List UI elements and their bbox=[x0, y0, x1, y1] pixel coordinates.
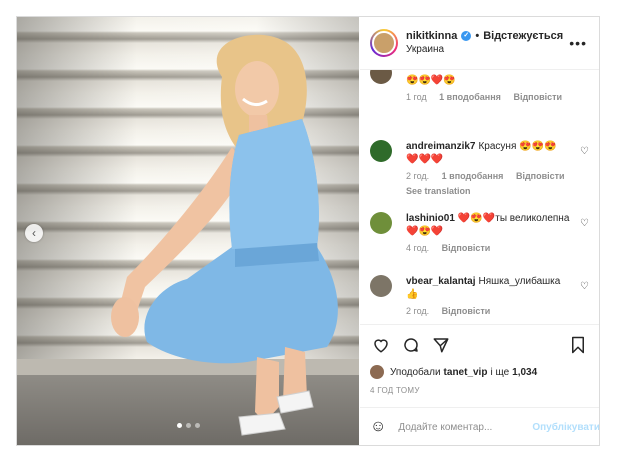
comment-reply-button[interactable]: Відповісти bbox=[442, 243, 491, 253]
commenter-username[interactable]: andreimanzik7 bbox=[406, 141, 475, 152]
comment-likes[interactable]: 1 вподобання bbox=[442, 171, 504, 181]
post-header: nikitkinna ✓ • Відстежується Украина ••• bbox=[360, 17, 599, 70]
like-comment-heart-icon[interactable]: ♡ bbox=[580, 281, 589, 292]
comment-item: lashinio01 ❤️😍❤️ты великолепна❤️😍❤️ 4 год… bbox=[370, 212, 589, 262]
author-username[interactable]: nikitkinna bbox=[406, 29, 457, 43]
author-avatar[interactable] bbox=[370, 29, 398, 57]
comment-input[interactable] bbox=[396, 420, 533, 434]
comment-text: 😍😍❤️😍 bbox=[406, 75, 456, 86]
comment-reply-button[interactable]: Відповісти bbox=[516, 171, 565, 181]
comment-icon[interactable] bbox=[400, 334, 422, 356]
comment-time: 2 год. bbox=[406, 171, 430, 181]
chevron-left-icon: ‹ bbox=[32, 226, 36, 240]
comment-likes[interactable]: 1 вподобання bbox=[439, 92, 501, 102]
likes-summary: Уподобали tanet_vip і ще 1,034 bbox=[370, 364, 589, 380]
comment-time: 4 год. bbox=[406, 243, 430, 253]
post-location[interactable]: Украина bbox=[406, 43, 563, 57]
bookmark-icon[interactable] bbox=[567, 334, 589, 356]
comment-time: 2 год. bbox=[406, 306, 430, 316]
comment-item: vbear_kalantaj Няшка_улибашка 👍 2 год. Ві… bbox=[370, 275, 589, 324]
add-comment-bar: ☺ Опублікувати bbox=[360, 407, 599, 445]
likes-prefix: Уподобали bbox=[390, 366, 441, 378]
instagram-post: ‹ nikitkinna ✓ • Відстежується Украина •… bbox=[16, 16, 600, 446]
like-comment-heart-icon[interactable]: ♡ bbox=[580, 218, 589, 229]
post-timestamp[interactable]: 4 ГОД ТОМУ bbox=[370, 386, 420, 395]
commenter-avatar[interactable] bbox=[370, 140, 392, 162]
commenter-username[interactable]: vbear_kalantaj bbox=[406, 276, 476, 287]
likes-count[interactable]: 1,034 bbox=[512, 367, 537, 378]
liker-username[interactable]: tanet_vip bbox=[444, 367, 488, 378]
comments-list[interactable]: 😍😍❤️😍 1 год 1 вподобання Відповісти andr… bbox=[360, 70, 599, 324]
commenter-avatar[interactable] bbox=[370, 275, 392, 297]
publish-button[interactable]: Опублікувати bbox=[532, 422, 599, 433]
comment-reply-button[interactable]: Відповісти bbox=[513, 92, 562, 102]
post-actions bbox=[360, 324, 599, 365]
like-comment-heart-icon[interactable]: ♡ bbox=[580, 146, 589, 157]
woman-in-blue-dress bbox=[111, 34, 338, 436]
likes-middle: і ще bbox=[490, 366, 510, 378]
post-photo[interactable]: ‹ bbox=[17, 17, 359, 445]
emoji-icon[interactable]: ☺ bbox=[370, 418, 386, 436]
post-sidebar: nikitkinna ✓ • Відстежується Украина •••… bbox=[360, 17, 599, 445]
like-heart-icon[interactable] bbox=[370, 334, 392, 356]
following-button[interactable]: Відстежується bbox=[483, 29, 563, 43]
comment-item: 😍😍❤️😍 1 год 1 вподобання Відповісти bbox=[370, 70, 589, 114]
header-separator: • bbox=[475, 30, 480, 42]
previous-photo-button[interactable]: ‹ bbox=[25, 224, 43, 242]
comment-time: 1 год bbox=[406, 92, 427, 102]
comment-reply-button[interactable]: Відповісти bbox=[442, 306, 491, 316]
liker-avatar[interactable] bbox=[370, 365, 384, 379]
see-translation-link[interactable]: See translation bbox=[406, 185, 571, 198]
commenter-avatar[interactable] bbox=[370, 70, 392, 84]
share-icon[interactable] bbox=[430, 334, 452, 356]
verified-badge-icon: ✓ bbox=[461, 31, 472, 41]
comment-item: andreimanzik7 Красуня 😍😍😍 ❤️❤️❤️ 2 год. 1… bbox=[370, 140, 589, 200]
commenter-avatar[interactable] bbox=[370, 212, 392, 234]
carousel-dots bbox=[17, 415, 359, 433]
more-options-icon[interactable]: ••• bbox=[569, 35, 587, 51]
commenter-username[interactable]: lashinio01 bbox=[406, 213, 455, 224]
